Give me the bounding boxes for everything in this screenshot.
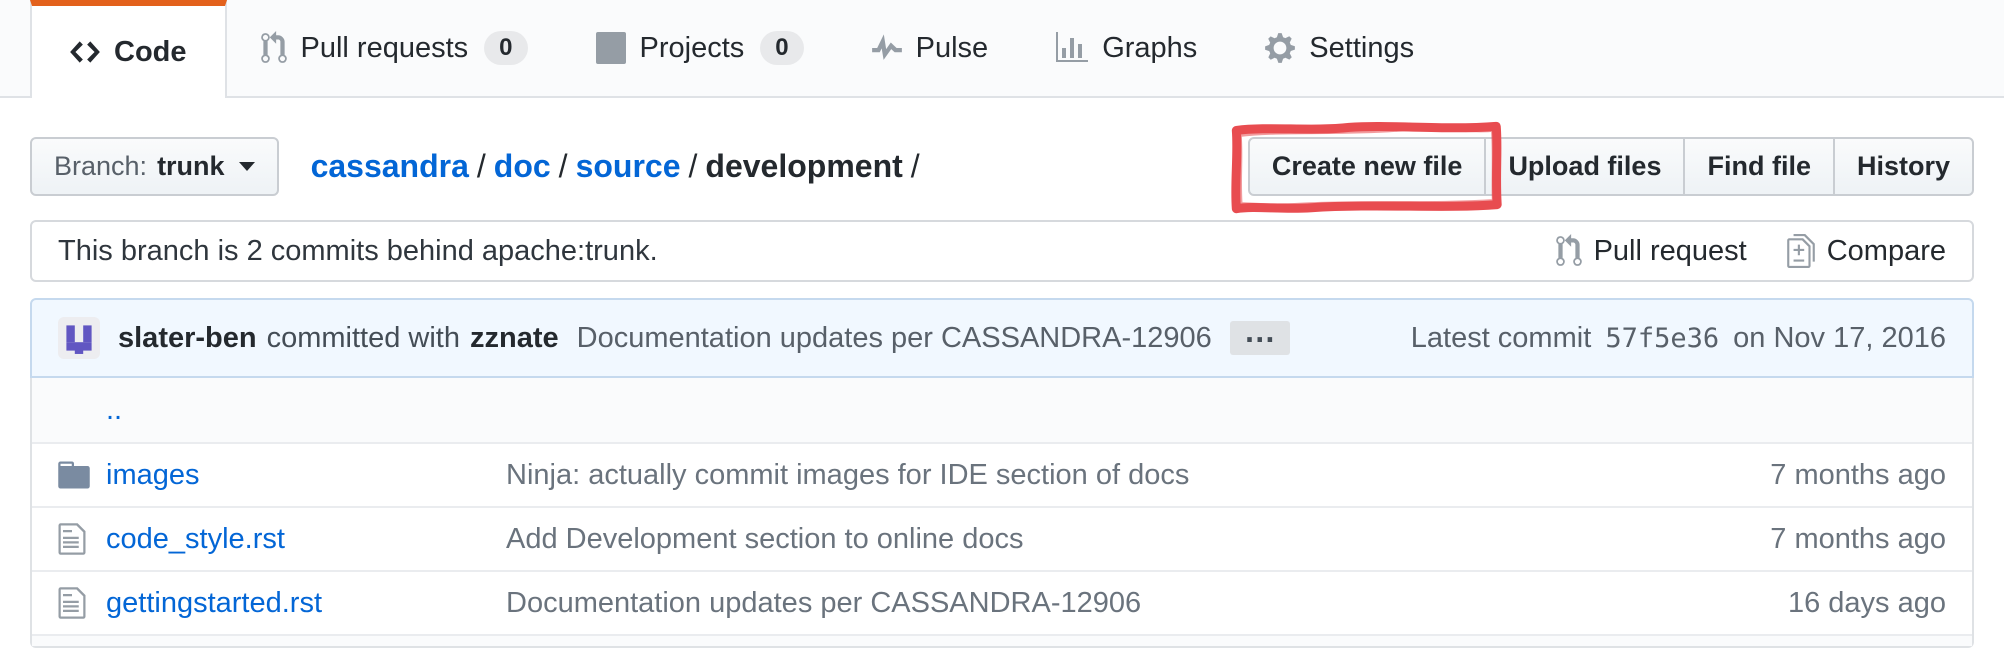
tab-settings[interactable]: Settings: [1231, 0, 1448, 96]
avatar[interactable]: [58, 317, 100, 359]
row-age: 7 months ago: [1770, 523, 1946, 556]
row-age: 7 months ago: [1770, 459, 1946, 492]
latest-commit-info: Latest commit 57f5e36 on Nov 17, 2016: [1411, 322, 1946, 355]
tab-label: Pulse: [916, 32, 989, 65]
commit-message-expand-button[interactable]: …: [1230, 321, 1290, 355]
breadcrumb-dir-link[interactable]: source: [576, 148, 681, 184]
branch-label-prefix: Branch:: [54, 151, 147, 182]
diff-icon: [1787, 234, 1815, 268]
folder-icon: [58, 457, 90, 493]
tab-projects[interactable]: Projects 0: [562, 0, 838, 96]
branch-infobar: This branch is 2 commits behind apache:t…: [30, 220, 1974, 282]
tab-label: Pull requests: [301, 32, 469, 65]
branch-selector-button[interactable]: Branch: trunk: [30, 137, 279, 196]
table-row-up: ..: [32, 378, 1972, 442]
breadcrumb-repo-link[interactable]: cassandra: [311, 148, 469, 184]
pulse-icon: [872, 31, 902, 65]
upload-files-button[interactable]: Upload files: [1484, 137, 1685, 196]
branch-name: trunk: [157, 151, 225, 182]
tab-label: Settings: [1309, 32, 1414, 65]
tab-code[interactable]: Code: [30, 0, 227, 98]
breadcrumb-separator: /: [469, 148, 494, 184]
file-link[interactable]: gettingstarted.rst: [106, 587, 322, 619]
pull-requests-counter: 0: [484, 31, 527, 65]
table-row: images Ninja: actually commit images for…: [32, 442, 1972, 506]
table-row: gettingstarted.rst Documentation updates…: [32, 570, 1972, 634]
row-commit-message[interactable]: Documentation updates per CASSANDRA-1290…: [506, 587, 1141, 619]
branch-status-message: This branch is 2 commits behind apache:t…: [58, 235, 658, 268]
repo-nav: Code Pull requests 0 Projects 0 Pulse Gr…: [0, 0, 2004, 98]
file-table: .. images Ninja: actually commit images …: [30, 378, 1974, 648]
tab-label: Code: [114, 36, 187, 69]
file-link[interactable]: code_style.rst: [106, 523, 285, 555]
row-commit-message[interactable]: Add Development section to online docs: [506, 523, 1023, 555]
code-icon: [70, 35, 100, 69]
annotated-wrapper: Create new file: [1248, 137, 1487, 196]
row-age: 16 days ago: [1788, 587, 1946, 620]
cut-off-next-row: [32, 634, 1972, 646]
create-new-file-button[interactable]: Create new file: [1248, 137, 1487, 196]
breadcrumb-separator: /: [681, 148, 706, 184]
latest-commit-bar: slater-ben committed with zznate Documen…: [30, 298, 1974, 378]
file-actions-group: Create new file Upload files Find file H…: [1248, 137, 1974, 196]
tab-pulse[interactable]: Pulse: [838, 0, 1023, 96]
breadcrumb-separator: /: [903, 148, 928, 184]
parent-directory-link[interactable]: ..: [106, 394, 122, 426]
file-icon: [58, 585, 86, 621]
file-link[interactable]: images: [106, 459, 200, 491]
latest-commit-label: Latest commit: [1411, 322, 1592, 354]
graph-icon: [1056, 31, 1088, 65]
file-navigation: Branch: trunk cassandra/doc/source/devel…: [30, 136, 1974, 196]
file-icon: [58, 521, 86, 557]
commit-sha-link[interactable]: 57f5e36: [1599, 323, 1725, 354]
tab-pull-requests[interactable]: Pull requests 0: [227, 0, 562, 96]
infobar-actions: Pull request Compare: [1556, 234, 1946, 268]
pull-request-link[interactable]: Pull request: [1556, 234, 1747, 268]
compare-link[interactable]: Compare: [1787, 234, 1946, 268]
breadcrumb-current-dir: development: [705, 148, 902, 184]
breadcrumb: cassandra/doc/source/development/: [311, 148, 928, 185]
row-commit-message[interactable]: Ninja: actually commit images for IDE se…: [506, 459, 1189, 491]
history-button[interactable]: History: [1833, 137, 1974, 196]
compare-label: Compare: [1827, 235, 1946, 268]
git-pull-request-icon: [1556, 234, 1582, 268]
tab-graphs[interactable]: Graphs: [1022, 0, 1231, 96]
git-pull-request-icon: [261, 31, 287, 65]
commit-committer[interactable]: zznate: [470, 322, 559, 355]
commit-author[interactable]: slater-ben: [118, 322, 257, 355]
breadcrumb-dir-link[interactable]: doc: [494, 148, 551, 184]
tab-label: Graphs: [1102, 32, 1197, 65]
chevron-down-icon: [239, 162, 255, 171]
tab-label: Projects: [640, 32, 745, 65]
table-row: code_style.rst Add Development section t…: [32, 506, 1972, 570]
commit-date: on Nov 17, 2016: [1733, 322, 1946, 354]
find-file-button[interactable]: Find file: [1683, 137, 1835, 196]
pull-request-label: Pull request: [1594, 235, 1747, 268]
committed-with-text: committed with: [257, 322, 470, 355]
commit-message-link[interactable]: Documentation updates per CASSANDRA-1290…: [577, 322, 1212, 355]
project-icon: [596, 31, 626, 65]
projects-counter: 0: [760, 31, 803, 65]
breadcrumb-separator: /: [551, 148, 576, 184]
gear-icon: [1265, 31, 1295, 65]
